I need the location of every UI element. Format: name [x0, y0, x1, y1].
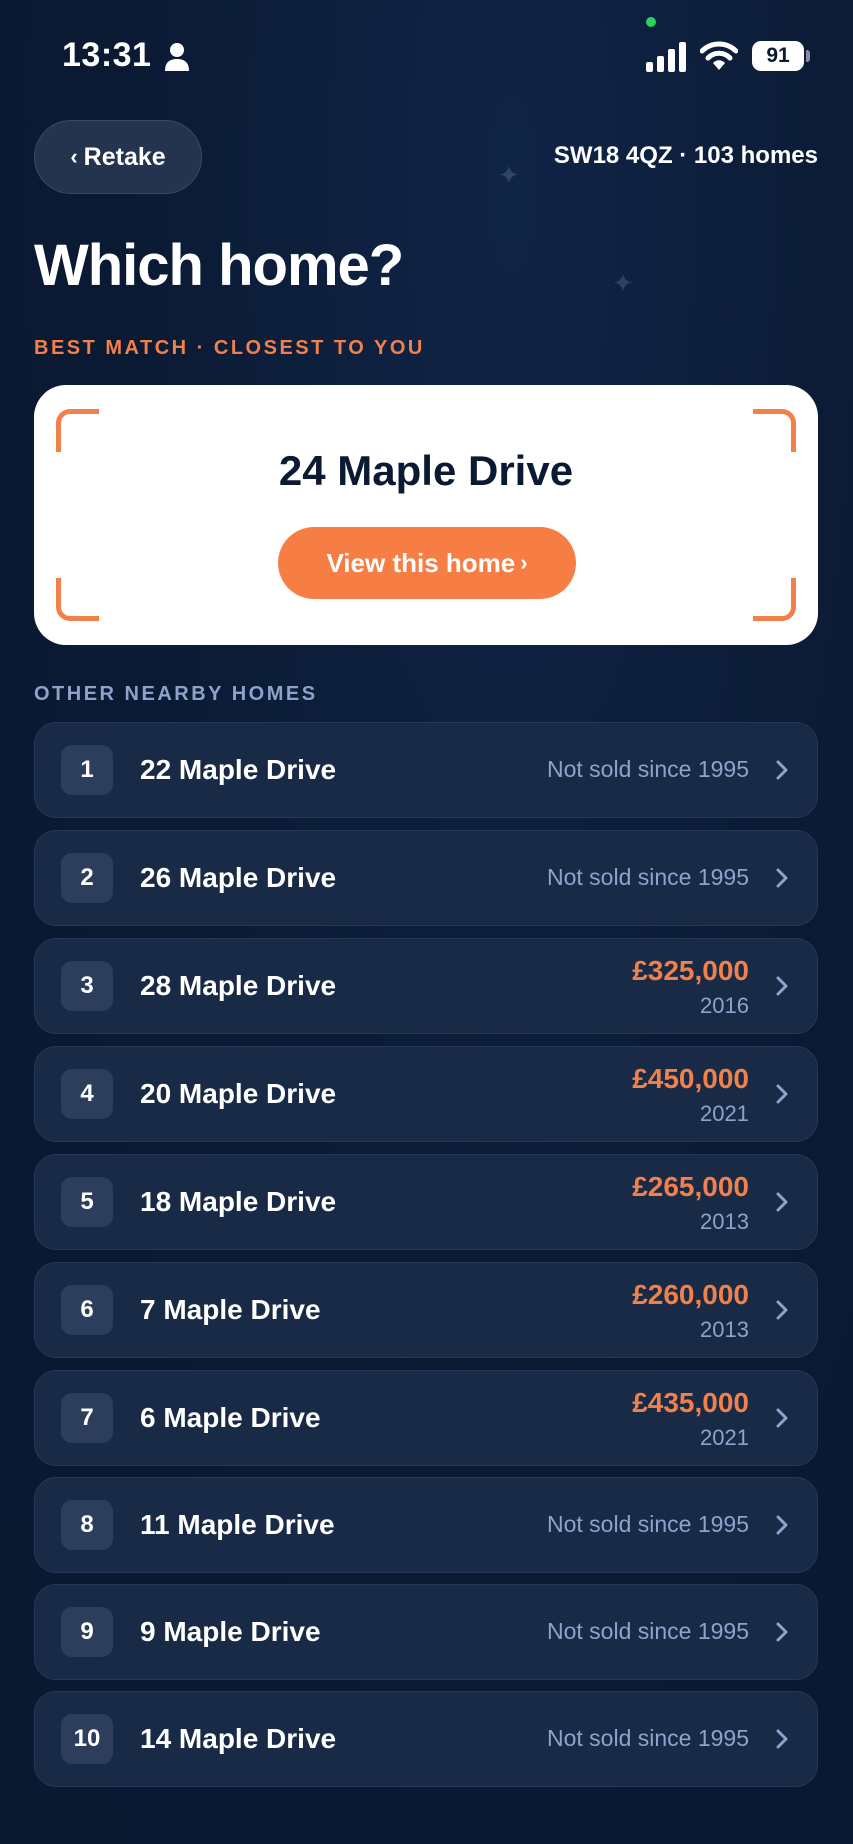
page-title: Which home?	[34, 233, 404, 298]
sale-status: Not sold since 1995	[546, 756, 749, 782]
sparkle-decoration: ✦	[612, 268, 634, 298]
sale-year: 2016	[700, 993, 749, 1018]
chevron-right-icon	[776, 1192, 788, 1212]
other-homes-label: OTHER NEARBY HOMES	[34, 683, 318, 705]
postcode-info: SW18 4QZ · 103 homes	[553, 142, 818, 169]
sale-year: 2021	[700, 1101, 749, 1126]
battery-icon: 91	[752, 41, 804, 71]
home-row[interactable]: 9 9 Maple Drive Not sold since 1995	[34, 1584, 818, 1680]
chevron-left-icon: ‹	[70, 144, 78, 169]
chevron-right-icon	[776, 1300, 788, 1320]
frame-corner	[753, 409, 796, 452]
retake-button[interactable]: ‹ Retake	[34, 120, 202, 194]
home-row[interactable]: 1 22 Maple Drive Not sold since 1995	[34, 722, 818, 818]
home-address: 11 Maple Drive	[140, 1509, 335, 1540]
rank-badge: 4	[61, 1069, 113, 1119]
frame-corner	[753, 578, 796, 621]
home-row[interactable]: 3 28 Maple Drive £325,000 2016	[34, 938, 818, 1034]
sale-status: Not sold since 1995	[546, 864, 749, 890]
chevron-right-icon	[776, 1515, 788, 1535]
rank-badge: 6	[61, 1285, 113, 1335]
chevron-right-icon	[776, 1084, 788, 1104]
status-bar: 13:31 91	[0, 0, 853, 110]
home-address: 18 Maple Drive	[140, 1186, 337, 1217]
screen: ✦ ✦ 13:31 91 ‹ Retake SW18 4QZ · 103 hom…	[0, 0, 853, 1844]
wifi-icon	[700, 41, 738, 70]
home-address: 26 Maple Drive	[140, 862, 337, 893]
sale-price: £325,000	[632, 955, 749, 986]
best-match-label: BEST MATCH · CLOSEST TO YOU	[34, 337, 425, 359]
best-match-address: 24 Maple Drive	[278, 447, 574, 494]
retake-label: Retake	[83, 142, 166, 171]
home-address: 14 Maple Drive	[140, 1723, 337, 1754]
person-icon	[165, 43, 189, 71]
sale-price: £260,000	[632, 1279, 749, 1310]
home-row[interactable]: 6 7 Maple Drive £260,000 2013	[34, 1262, 818, 1358]
sale-year: 2013	[700, 1317, 749, 1342]
chevron-right-icon	[776, 1622, 788, 1642]
rank-badge: 7	[61, 1393, 113, 1443]
chevron-right-icon	[776, 868, 788, 888]
rank-badge: 2	[61, 853, 113, 903]
sale-price: £435,000	[632, 1387, 749, 1418]
view-home-label: View this home	[326, 547, 516, 578]
signal-icon	[646, 42, 686, 72]
best-match-card: 24 Maple Drive View this home ›	[34, 385, 818, 645]
chevron-right-icon: ›	[520, 550, 528, 575]
rank-badge: 9	[61, 1607, 113, 1657]
home-address: 28 Maple Drive	[140, 970, 337, 1001]
chevron-right-icon	[776, 976, 788, 996]
chevron-right-icon	[776, 1408, 788, 1428]
rank-badge: 10	[61, 1714, 113, 1764]
rank-badge: 5	[61, 1177, 113, 1227]
battery-nub	[806, 50, 810, 62]
home-row[interactable]: 7 6 Maple Drive £435,000 2021	[34, 1370, 818, 1466]
frame-corner	[56, 578, 99, 621]
sale-price: £265,000	[632, 1171, 749, 1202]
sale-status: Not sold since 1995	[546, 1511, 749, 1537]
camera-indicator	[646, 17, 656, 27]
rank-badge: 8	[61, 1500, 113, 1550]
sale-year: 2021	[700, 1425, 749, 1450]
sparkle-decoration: ✦	[498, 160, 520, 190]
home-row[interactable]: 5 18 Maple Drive £265,000 2013	[34, 1154, 818, 1250]
home-address: 7 Maple Drive	[140, 1294, 321, 1325]
home-row[interactable]: 4 20 Maple Drive £450,000 2021	[34, 1046, 818, 1142]
home-address: 20 Maple Drive	[140, 1078, 337, 1109]
status-time: 13:31	[62, 36, 152, 74]
chevron-right-icon	[776, 760, 788, 780]
sale-price: £450,000	[632, 1063, 749, 1094]
home-address: 22 Maple Drive	[140, 754, 337, 785]
home-row[interactable]: 10 14 Maple Drive Not sold since 1995	[34, 1691, 818, 1787]
home-address: 6 Maple Drive	[140, 1402, 321, 1433]
chevron-right-icon	[776, 1729, 788, 1749]
sale-year: 2013	[700, 1209, 749, 1234]
rank-badge: 1	[61, 745, 113, 795]
sale-status: Not sold since 1995	[546, 1618, 749, 1644]
home-row[interactable]: 8 11 Maple Drive Not sold since 1995	[34, 1477, 818, 1573]
view-home-button[interactable]: View this home ›	[278, 527, 576, 599]
sale-status: Not sold since 1995	[546, 1725, 749, 1751]
home-row[interactable]: 2 26 Maple Drive Not sold since 1995	[34, 830, 818, 926]
rank-badge: 3	[61, 961, 113, 1011]
home-address: 9 Maple Drive	[140, 1616, 321, 1647]
frame-corner	[56, 409, 99, 452]
